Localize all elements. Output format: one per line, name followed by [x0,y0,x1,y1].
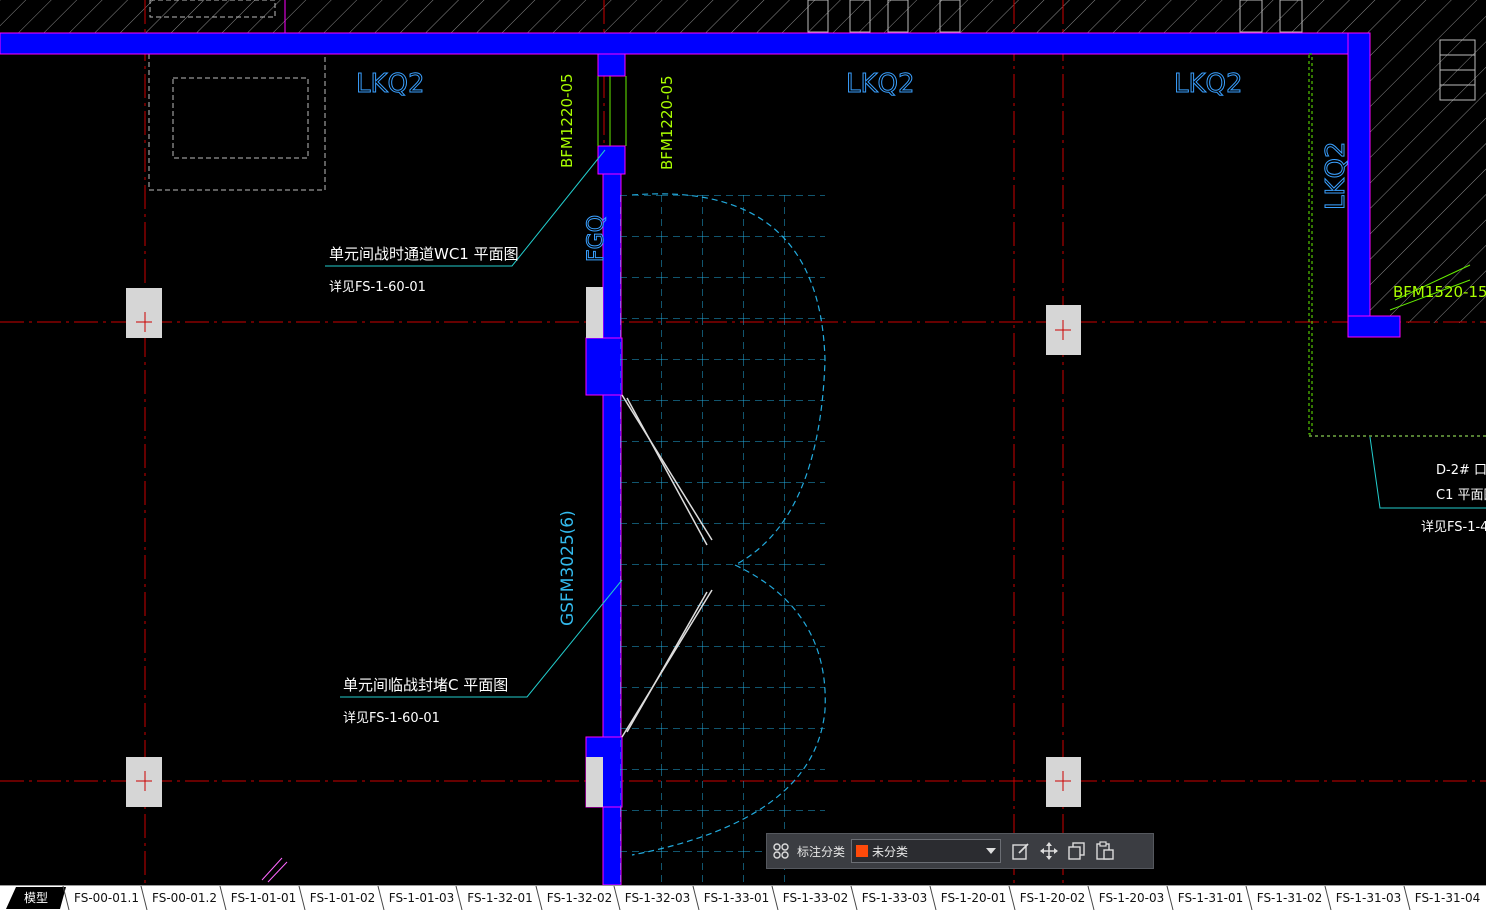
wall-column-piece [586,757,603,807]
note-reference: 详见FS-1-40-0 [1421,520,1486,535]
chevron-down-icon [986,848,997,854]
layout-tab[interactable]: FS-1-31-01 [1172,887,1249,909]
ucs-cursor-icon [261,857,288,883]
copy-annotation-button[interactable] [1063,837,1091,865]
fgq-label: FGQ [584,215,609,262]
paste-annotation-button[interactable] [1091,837,1119,865]
note-reference: 详见FS-1-60-01 [329,280,426,295]
note-title: 单元间临战封堵C 平面图 [343,676,508,694]
hatch-right [1368,33,1486,323]
layout-tab[interactable]: FS-1-20-03 [1093,887,1170,909]
layout-tab[interactable]: FS-1-20-01 [935,887,1012,909]
layout-tab[interactable]: FS-1-33-02 [777,887,854,909]
cad-drawing-canvas[interactable]: LKQ2 LKQ2 LKQ2 LKQ2 FGQ BFM1220-05 BFM12… [0,0,1486,885]
grid-icon [773,843,789,859]
layout-tab[interactable]: FS-1-31-03 [1330,887,1407,909]
layout-tab[interactable]: FS-1-32-03 [619,887,696,909]
layout-tab[interactable]: FS-00-01.2 [146,887,223,909]
wall-label: LKQ2 [356,69,425,99]
note-title: 单元间战时通道WC1 平面图 [329,245,519,263]
paste-icon [1096,841,1114,860]
door-label: BFM1220-05 [658,75,676,170]
note-title: D-2# 口部 [1436,463,1486,478]
annotation-category-select[interactable]: 未分类 [851,839,1002,863]
door-label: BFM1220-05 [558,73,576,168]
note-reference: 详见FS-1-60-01 [343,711,440,726]
layout-tab[interactable]: FS-1-31-04 [1409,887,1486,909]
door-label: BFM1520-15 [1393,283,1486,301]
dashed-outline [1308,53,1313,435]
layout-tab[interactable]: FS-1-31-02 [1251,887,1328,909]
grid-view-button[interactable] [767,837,795,865]
layout-tab[interactable]: FS-1-33-03 [856,887,933,909]
category-color-swatch [856,845,869,857]
layout-tab[interactable]: FS-1-20-02 [1014,887,1091,909]
gsfm-label: GSFM3025(6) [558,510,578,626]
layout-tab[interactable]: FS-1-33-01 [698,887,775,909]
wall-column-piece [586,287,603,338]
layout-tab[interactable]: FS-1-01-03 [383,887,460,909]
copy-icon [1068,842,1085,860]
category-selected-value: 未分类 [872,844,909,859]
layout-tab[interactable]: FS-1-32-02 [541,887,618,909]
wall-label: LKQ2 [1174,69,1243,99]
layout-tab[interactable]: FS-00-01.1 [68,887,145,909]
layout-tab[interactable]: FS-1-01-02 [304,887,381,909]
edit-icon [1012,843,1029,860]
layout-tab-bar: 模型 FS-00-01.1 FS-00-01.2 FS-1-01-01 FS-1-01-… [0,885,1486,910]
layout-tab[interactable]: FS-1-32-01 [461,887,539,909]
move-icon [1040,842,1059,860]
wall-label: LKQ2 [846,69,915,99]
annotation-toolbar: 标注分类 未分类 [766,833,1154,869]
wall-label: LKQ2 [1321,141,1351,210]
tab-model[interactable]: 模型 [6,887,66,909]
note-title: C1 平面图 [1436,488,1486,503]
annotation-category-label: 标注分类 [797,844,846,859]
move-annotation-button[interactable] [1035,837,1063,865]
layout-tab[interactable]: FS-1-01-01 [225,887,302,909]
edit-annotation-button[interactable] [1007,837,1035,865]
